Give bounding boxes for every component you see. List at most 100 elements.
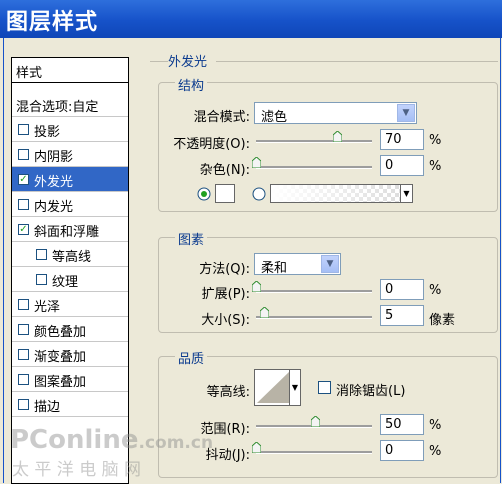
sidebar-item-checkbox[interactable] — [18, 399, 29, 410]
sidebar-item[interactable]: 图案叠加 — [12, 367, 128, 392]
sidebar-item-label: 等高线 — [52, 250, 92, 265]
noise-slider-track[interactable] — [256, 166, 372, 169]
watermark-suffix: .com.cn — [138, 433, 214, 453]
structure-title: 结构 — [175, 75, 208, 94]
jitter-slider-thumb[interactable] — [252, 442, 261, 453]
noise-label: 杂色(N): — [199, 163, 250, 178]
style-list-header-label: 样式 — [16, 66, 43, 81]
noise-input[interactable]: 0 — [380, 155, 424, 176]
jitter-unit: % — [429, 444, 442, 459]
chevron-down-icon[interactable]: ▼ — [397, 104, 415, 122]
jitter-slider-track[interactable] — [256, 451, 372, 454]
range-slider-thumb[interactable] — [311, 416, 320, 427]
size-input-value: 5 — [385, 308, 394, 323]
sidebar-item-label: 描边 — [34, 400, 61, 415]
style-list: 样式 混合选项:自定投影内阴影 ✓ 外发光内发光 ✓ 斜面和浮雕等高线纹理光泽颜色叠加渐… — [11, 57, 129, 484]
sidebar-item-label: 渐变叠加 — [34, 350, 87, 365]
sidebar-item-checkbox[interactable] — [36, 249, 47, 260]
sidebar-item-checkbox[interactable] — [18, 199, 29, 210]
size-slider-thumb[interactable] — [260, 307, 269, 318]
blend-mode-value: 滤色 — [261, 110, 288, 125]
opacity-slider-track[interactable] — [256, 140, 372, 143]
sidebar-item-label: 颜色叠加 — [34, 325, 87, 340]
watermark-subtext: 太 平 洋 电 脑 网 — [12, 460, 142, 480]
sidebar-item[interactable]: 等高线 — [12, 242, 128, 267]
spread-input[interactable]: 0 — [380, 279, 424, 300]
range-input[interactable]: 50 — [380, 414, 424, 435]
sidebar-item-label: 内阴影 — [34, 150, 74, 165]
sidebar-item[interactable]: 描边 — [12, 392, 128, 417]
contour-picker[interactable]: ▼ — [254, 369, 301, 406]
sidebar-item[interactable]: 混合选项:自定 — [12, 92, 128, 117]
spread-unit: % — [429, 283, 442, 298]
opacity-label: 不透明度(O): — [173, 137, 250, 152]
contour-label: 等高线: — [206, 385, 250, 400]
sidebar-item-checkbox[interactable]: ✓ — [18, 224, 29, 235]
sidebar-item-label: 外发光 — [34, 175, 74, 190]
panel-title: 外发光 — [168, 55, 208, 70]
chevron-down-icon[interactable]: ▼ — [321, 255, 339, 273]
solid-color-radio[interactable] — [197, 187, 211, 201]
sidebar-item[interactable]: 光泽 — [12, 292, 128, 317]
noise-slider-thumb[interactable] — [252, 157, 261, 168]
sidebar-item[interactable]: 内阴影 — [12, 142, 128, 167]
sidebar-item[interactable]: 渐变叠加 — [12, 342, 128, 367]
antialias-label: 消除锯齿(L) — [336, 384, 406, 399]
jitter-input[interactable]: 0 — [380, 440, 424, 461]
sidebar-item[interactable]: 纹理 — [12, 267, 128, 292]
range-unit: % — [429, 418, 442, 433]
method-select[interactable]: 柔和 ▼ — [254, 253, 341, 276]
antialias-checkbox[interactable] — [318, 381, 331, 394]
sidebar-item[interactable]: 颜色叠加 — [12, 317, 128, 342]
opacity-slider-thumb[interactable] — [333, 131, 342, 142]
opacity-input[interactable]: 70 — [380, 129, 424, 150]
watermark-text: PConline — [10, 425, 139, 455]
title-bar: 图层样式 — [0, 0, 502, 38]
sidebar-item-checkbox[interactable] — [36, 274, 47, 285]
panel-title-rule-right — [216, 61, 498, 62]
blend-mode-label: 混合模式: — [193, 110, 250, 125]
size-input[interactable]: 5 — [380, 305, 424, 326]
sidebar-item-checkbox[interactable] — [18, 374, 29, 385]
sidebar-item-checkbox[interactable] — [18, 324, 29, 335]
blend-mode-select[interactable]: 滤色 ▼ — [254, 102, 417, 125]
jitter-input-value: 0 — [385, 443, 394, 458]
opacity-input-value: 70 — [385, 132, 402, 147]
spread-label: 扩展(P): — [201, 287, 250, 302]
gradient-preview — [271, 185, 403, 202]
spread-input-value: 0 — [385, 282, 394, 297]
sidebar-item[interactable]: ✓ 斜面和浮雕 — [12, 217, 128, 242]
contour-dropdown-icon[interactable]: ▼ — [289, 370, 300, 405]
range-input-value: 50 — [385, 417, 402, 432]
gradient-picker[interactable]: ▼ — [270, 184, 413, 203]
glow-color-swatch[interactable] — [215, 184, 235, 203]
sidebar-item-checkbox[interactable] — [18, 124, 29, 135]
panel-title-rule-left — [150, 61, 168, 62]
gradient-dropdown-icon[interactable]: ▼ — [400, 185, 412, 202]
sidebar-item[interactable]: 内发光 — [12, 192, 128, 217]
sidebar-item[interactable]: ✓ 外发光 — [12, 167, 128, 192]
sidebar-item-checkbox[interactable] — [18, 299, 29, 310]
sidebar-item-checkbox[interactable] — [18, 149, 29, 160]
method-value: 柔和 — [261, 261, 288, 276]
sidebar-item-label: 斜面和浮雕 — [34, 225, 100, 240]
opacity-unit: % — [429, 133, 442, 148]
watermark-logo: PConline.com.cn — [10, 425, 213, 455]
sidebar-item-checkbox[interactable] — [18, 349, 29, 360]
sidebar-item-label: 光泽 — [34, 300, 61, 315]
sidebar-item-label: 图案叠加 — [34, 375, 87, 390]
size-unit: 像素 — [429, 313, 456, 328]
elements-title: 图素 — [175, 229, 208, 248]
spread-slider-thumb[interactable] — [252, 281, 261, 292]
size-slider-track[interactable] — [256, 316, 372, 319]
size-label: 大小(S): — [201, 313, 250, 328]
contour-preview-icon — [257, 372, 289, 403]
spread-slider-track[interactable] — [256, 290, 372, 293]
quality-title: 品质 — [175, 348, 208, 367]
sidebar-item-checkbox[interactable]: ✓ — [18, 174, 29, 185]
gradient-radio[interactable] — [252, 187, 266, 201]
sidebar-item[interactable]: 投影 — [12, 117, 128, 142]
sidebar-item-label: 混合选项:自定 — [16, 100, 99, 115]
sidebar-item-label: 投影 — [34, 125, 61, 140]
style-list-header[interactable]: 样式 — [12, 58, 128, 83]
